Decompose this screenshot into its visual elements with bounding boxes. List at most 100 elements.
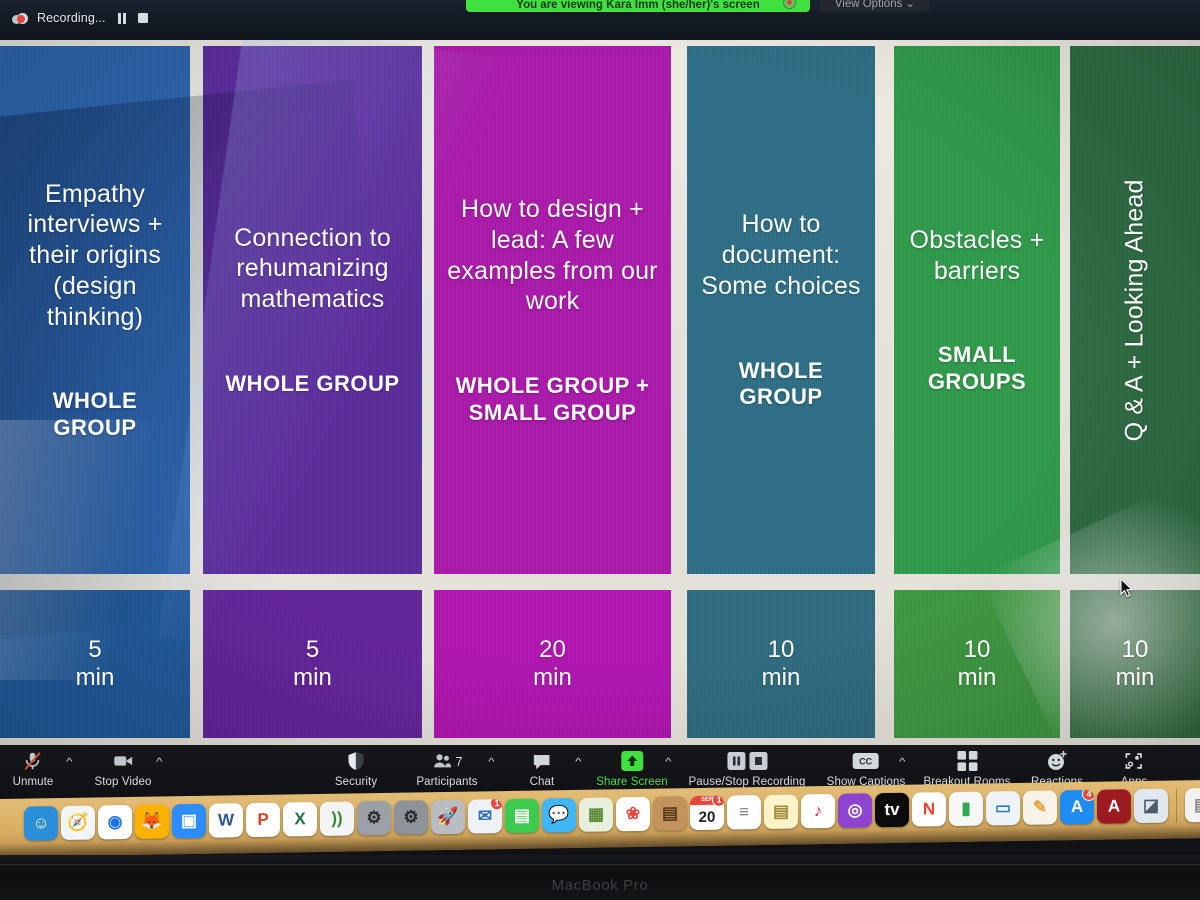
dock-finder-icon[interactable]: ☺ — [24, 806, 58, 841]
shared-screen-slide: Empathy interviews + their origins (desi… — [0, 40, 1200, 745]
toolbar-security-button[interactable]: Security — [335, 749, 377, 788]
dock-reminders-icon[interactable]: ≡ — [727, 795, 761, 830]
laptop-model-label: MacBook Pro — [551, 877, 649, 894]
agenda-column-group-label: WHOLE GROUP — [738, 357, 824, 410]
dock-excel-icon[interactable]: X — [283, 802, 317, 837]
dock-mail-icon[interactable]: ✉ 1 — [468, 799, 502, 834]
screen-share-banner-text: You are viewing Kara Imm (she/her)'s scr… — [516, 0, 760, 11]
dock-system-preferences-icon[interactable]: ⚙ — [394, 800, 428, 835]
bezel-edge-line — [0, 864, 1200, 865]
dock-music-icon[interactable]: ♪ — [801, 793, 835, 829]
dock-maps-icon[interactable]: ▦ — [579, 797, 613, 832]
agenda-column-body: How to document: Some choices WHOLE GROUP — [687, 46, 875, 574]
dock-zoom-icon[interactable]: ▣ — [172, 803, 206, 839]
chevron-up-icon[interactable]: ^ — [575, 757, 581, 768]
toolbar-chat-button[interactable]: Chat — [530, 749, 555, 788]
agenda-column-title: How to document: Some choices — [701, 210, 861, 300]
dock-keynote-icon[interactable]: ▭ — [986, 790, 1020, 826]
dock-numbers-icon[interactable]: ▮ — [949, 791, 983, 827]
dock-document-1-icon[interactable]: ▤ — [1185, 787, 1200, 823]
dock-icon-glyph: 💬 — [548, 805, 570, 825]
agenda-column-title: Connection to rehumanizing mathematics — [234, 223, 391, 314]
agenda-column-duration: 20 min — [434, 590, 671, 738]
dock-facetime-icon[interactable]: ▤ — [505, 798, 539, 834]
recording-label: Recording... — [37, 11, 106, 25]
chevron-up-icon[interactable]: ^ — [156, 757, 162, 768]
agenda-column-6: Q & A + Looking Ahead 10 min — [1070, 46, 1200, 738]
dock-word-icon[interactable]: W — [209, 803, 243, 838]
dock-launchpad-icon[interactable]: 🚀 — [431, 799, 465, 835]
dock-separator — [1176, 788, 1177, 823]
dock-preview-icon[interactable]: ◪ — [1134, 788, 1168, 824]
dock-icon-glyph: A — [1070, 796, 1084, 817]
toolbar-breakout-rooms-button[interactable]: Breakout Rooms — [923, 749, 1010, 788]
dock-notes-icon[interactable]: ▤ — [764, 794, 798, 829]
toolbar-pause-stop-recording-button[interactable]: Pause/Stop Recording — [688, 749, 805, 788]
dock-powerpoint-icon[interactable]: P — [246, 802, 280, 838]
duration-unit: min — [293, 664, 332, 691]
toolbar-button-label: Chat — [529, 776, 555, 788]
duration-unit: min — [761, 664, 801, 691]
toolbar-participants-button[interactable]: 7 Participants — [416, 749, 477, 789]
agenda-column-gap — [687, 574, 875, 590]
agenda-column-gap — [894, 574, 1060, 590]
toolbar-stop-video-button[interactable]: Stop Video — [94, 749, 151, 788]
dock-icon-glyph: ▤ — [661, 803, 679, 823]
agenda-column-1: Empathy interviews + their origins (desi… — [0, 46, 190, 738]
dock-contacts-icon[interactable]: ▤ — [653, 796, 687, 831]
video-camera-icon — [112, 749, 134, 773]
agenda-columns: Empathy interviews + their origins (desi… — [0, 46, 1200, 738]
dock-messages-icon[interactable]: 💬 — [542, 797, 576, 833]
toolbar-show-captions-button[interactable]: CC Show Captions — [827, 749, 906, 788]
dock-icon-glyph: ▦ — [587, 804, 605, 824]
dock-calendar-icon[interactable]: SEP 20 1 — [690, 795, 724, 831]
chevron-up-icon[interactable]: ^ — [899, 757, 905, 768]
toolbar-unmute-button[interactable]: Unmute — [13, 749, 54, 788]
dock-firefox-icon[interactable]: 🦊 — [135, 804, 169, 839]
view-options-button[interactable]: View Options ⌄ — [820, 0, 930, 12]
dock-photos-icon[interactable]: ❀ — [616, 796, 650, 832]
dock-airplay-icon[interactable]: )) — [320, 801, 354, 836]
agenda-column-gap — [1070, 574, 1200, 590]
dock-pages-icon[interactable]: ✎ — [1023, 790, 1057, 825]
pause-recording-button[interactable] — [117, 12, 127, 24]
mic-muted-icon — [22, 749, 44, 773]
duration-value: 10 — [1121, 635, 1149, 663]
agenda-column-title: Empathy interviews + their origins (desi… — [27, 179, 163, 331]
agenda-column-body: Obstacles + barriers SMALL GROUPS — [894, 46, 1060, 574]
closed-captions-icon: CC — [852, 749, 880, 773]
dock-icon-glyph: )) — [331, 808, 343, 828]
stop-recording-button[interactable] — [138, 13, 149, 23]
chevron-up-icon[interactable]: ^ — [665, 757, 671, 768]
agenda-column-gap — [434, 574, 671, 590]
share-screen-up-arrow-icon — [619, 749, 645, 773]
dock-chrome-icon[interactable]: ◉ — [98, 804, 132, 840]
dock-icon-glyph: 🦊 — [141, 811, 163, 831]
chevron-up-icon[interactable]: ^ — [66, 757, 72, 768]
dock-icon-glyph: ▣ — [180, 810, 198, 831]
toolbar-share-screen-button[interactable]: Share Screen — [596, 749, 668, 788]
participants-icon: 7 — [431, 749, 463, 773]
agenda-column-body: How to design + lead: A few examples fro… — [434, 46, 671, 574]
dock-system-settings-icon[interactable]: ⚙ — [357, 800, 391, 836]
dock-safari-icon[interactable]: 🧭 — [61, 805, 95, 841]
apps-bracket-icon — [1123, 749, 1145, 773]
dock-icon-glyph: ✉ — [477, 806, 493, 826]
dock-badge-count: 4 — [1082, 789, 1094, 802]
dock-adobe-acrobat-icon[interactable]: A — [1097, 789, 1131, 824]
dock-icon-glyph: N — [922, 799, 936, 819]
dock-icon-glyph: ▭ — [994, 798, 1012, 818]
chevron-up-icon[interactable]: ^ — [488, 757, 494, 768]
agenda-column-duration: 10 min — [687, 590, 875, 738]
dock-app-store-icon[interactable]: A4 — [1060, 789, 1094, 825]
agenda-column-title: Q & A + Looking Ahead — [1120, 178, 1149, 442]
agenda-column-duration: 5 min — [203, 590, 422, 738]
duration-unit: min — [75, 664, 115, 691]
dock-apple-tv-icon[interactable]: tv — [875, 792, 909, 828]
dock-news-icon[interactable]: N — [912, 792, 946, 827]
dock-icon-glyph: ⚙ — [366, 808, 382, 828]
dock-podcasts-icon[interactable]: ◎ — [838, 793, 872, 828]
recording-indicator-group: Recording... — [12, 11, 149, 25]
duration-unit: min — [957, 664, 997, 691]
agenda-column-2: Connection to rehumanizing mathematics WH… — [203, 46, 422, 738]
